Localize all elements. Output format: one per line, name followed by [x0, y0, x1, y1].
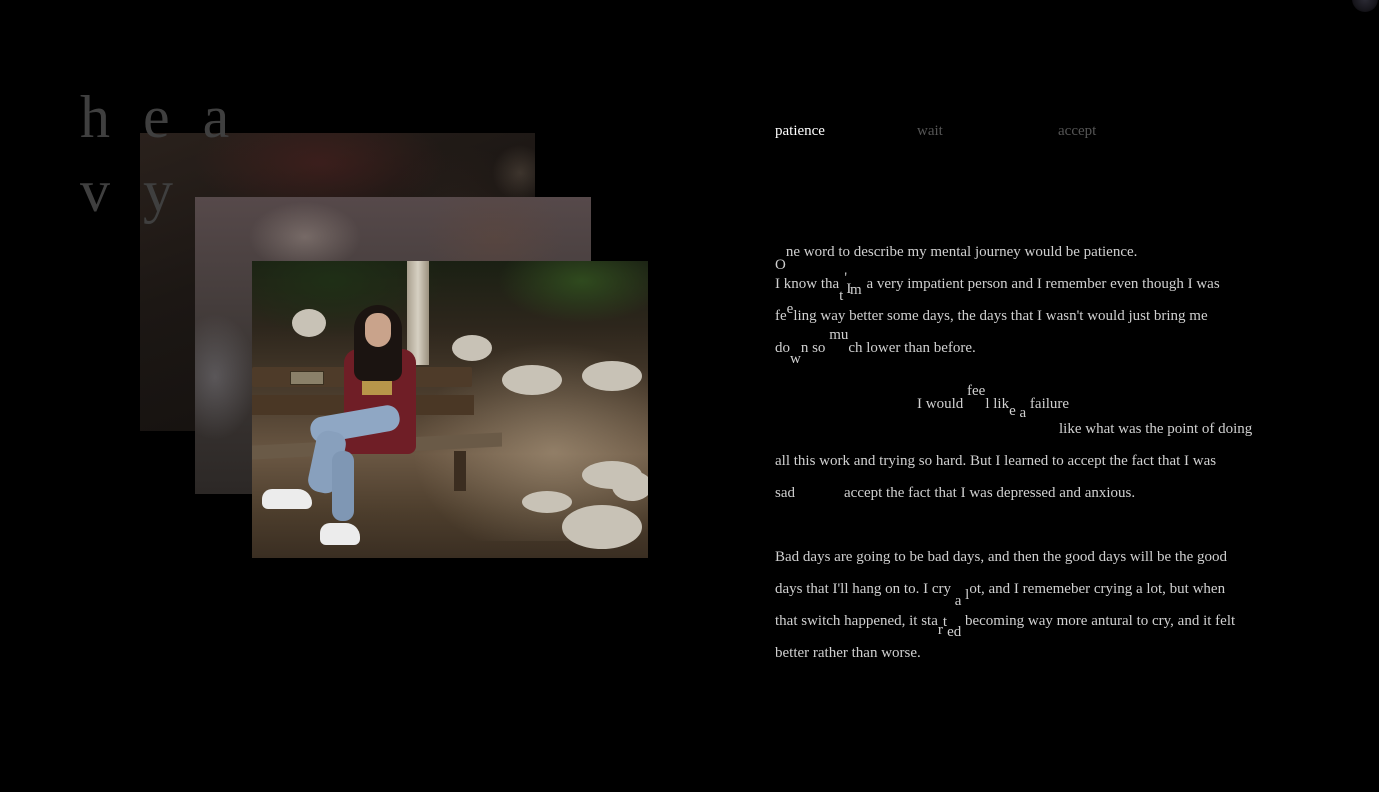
sneaker	[320, 523, 360, 545]
story-line: I know that I'm a very impatient person a…	[775, 270, 1220, 304]
page: h e a v y patience wait accept One word …	[0, 0, 1379, 792]
story-line: feeling way better some days, the days t…	[775, 301, 1208, 324]
tab-accept[interactable]: accept	[1058, 123, 1096, 140]
bench-plaque	[290, 371, 324, 385]
story-line: days that I'll hang on to. I cry a lot, …	[775, 581, 1226, 609]
story-line: better rather than worse.	[775, 645, 921, 661]
story-line: I would feel like a failure	[917, 383, 1070, 421]
page-title: h e a v y	[80, 80, 238, 228]
story-line: down so much lower than before.	[775, 327, 976, 367]
story-line: One word to describe my mental journey w…	[775, 244, 1138, 273]
story-line: that switch happened, it started becomin…	[775, 613, 1236, 640]
corner-dot-icon[interactable]	[1352, 0, 1378, 12]
tree-trunk	[407, 261, 429, 365]
story-line: all this work and trying so hard. But I …	[775, 453, 1217, 469]
sneaker	[262, 489, 312, 509]
story-line: sad accept the fact that I was depressed …	[775, 485, 1136, 501]
tab-patience[interactable]: patience	[775, 123, 825, 140]
title-line-2: v y	[80, 158, 182, 224]
story-line: like what was the point of doing	[1059, 421, 1253, 437]
photo-girl-on-bench	[252, 261, 648, 558]
tab-wait[interactable]: wait	[917, 123, 943, 140]
title-line-1: h e a	[80, 84, 239, 150]
story-line: Bad days are going to be bad days, and t…	[775, 549, 1227, 565]
